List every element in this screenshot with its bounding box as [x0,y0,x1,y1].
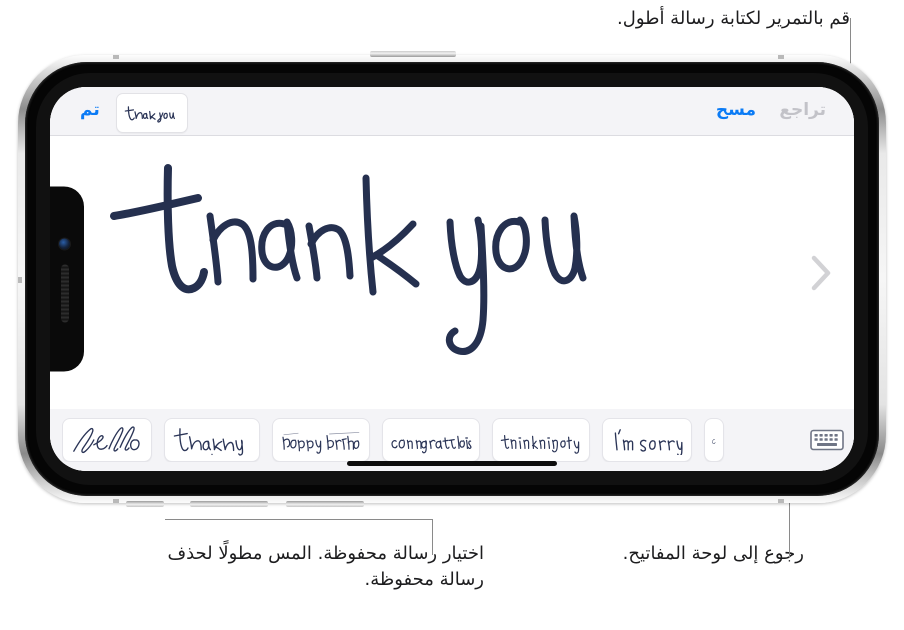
front-camera-icon [59,238,70,250]
saved-message-thinking-of-you[interactable] [492,418,590,462]
callout-back-to-keyboard: رجوع إلى لوحة المفاتيح. [622,543,804,564]
saved-message-congratulations[interactable] [382,418,480,462]
handwriting-thank-you-icon [173,428,244,456]
keyboard-icon [810,429,844,451]
device-screen: تراجع مسح تم [50,87,854,471]
undo-button[interactable]: تراجع [779,100,826,120]
saved-message-im-sorry[interactable] [602,418,692,462]
power-button[interactable] [370,51,456,57]
done-button[interactable]: تم [80,100,100,120]
antenna-band-bottom-left [113,499,119,503]
saved-message-thank-you[interactable] [164,418,260,462]
mute-switch[interactable] [126,501,164,507]
saved-messages-list [62,418,796,462]
handwriting-congratulations-icon [391,435,472,454]
handwriting-canvas[interactable] [50,136,854,409]
clear-button[interactable]: مسح [716,100,756,120]
home-indicator [347,461,557,466]
navigation-bar: تراجع مسح تم [50,87,854,136]
antenna-band-left [18,277,22,283]
handwriting-partial-icon [712,439,716,444]
saved-message-partial[interactable] [704,418,724,462]
volume-down-button[interactable] [286,501,364,507]
antenna-band-top-left [113,55,119,59]
handwriting-app: تراجع مسح تم [50,87,854,471]
saved-message-thumbnail[interactable] [116,93,188,133]
leader-line-suggestions-vertical [432,519,433,555]
callout-pick-saved-message: اختيار رسالة محفوظة. المس مطولًا لحذف رس… [167,543,484,591]
antenna-band-top-right [778,55,784,59]
earpiece-speaker [61,264,69,323]
device-notch [50,186,84,372]
iphone-device: تراجع مسح تم [18,51,886,507]
antenna-band-bottom-right [778,499,784,503]
handwriting-hello-icon [73,426,140,454]
handwriting-thinking-of-you-icon [500,435,580,454]
keyboard-button[interactable] [806,425,848,455]
handwriting-im-sorry-icon [614,429,683,455]
thumbnail-handwriting-thank-you-icon [124,106,176,123]
handwriting-ink-thank-you [110,164,587,355]
handwriting-happy-birthday-icon [282,432,360,454]
saved-message-happy-birthday[interactable] [272,418,370,462]
chevron-right-icon[interactable] [806,250,836,296]
saved-message-hello[interactable] [62,418,152,462]
leader-line-suggestions-horizontal [165,519,433,520]
volume-up-button[interactable] [190,501,268,507]
callout-scroll-longer: قم بالتمرير لكتابة رسالة أطول. [617,8,850,29]
